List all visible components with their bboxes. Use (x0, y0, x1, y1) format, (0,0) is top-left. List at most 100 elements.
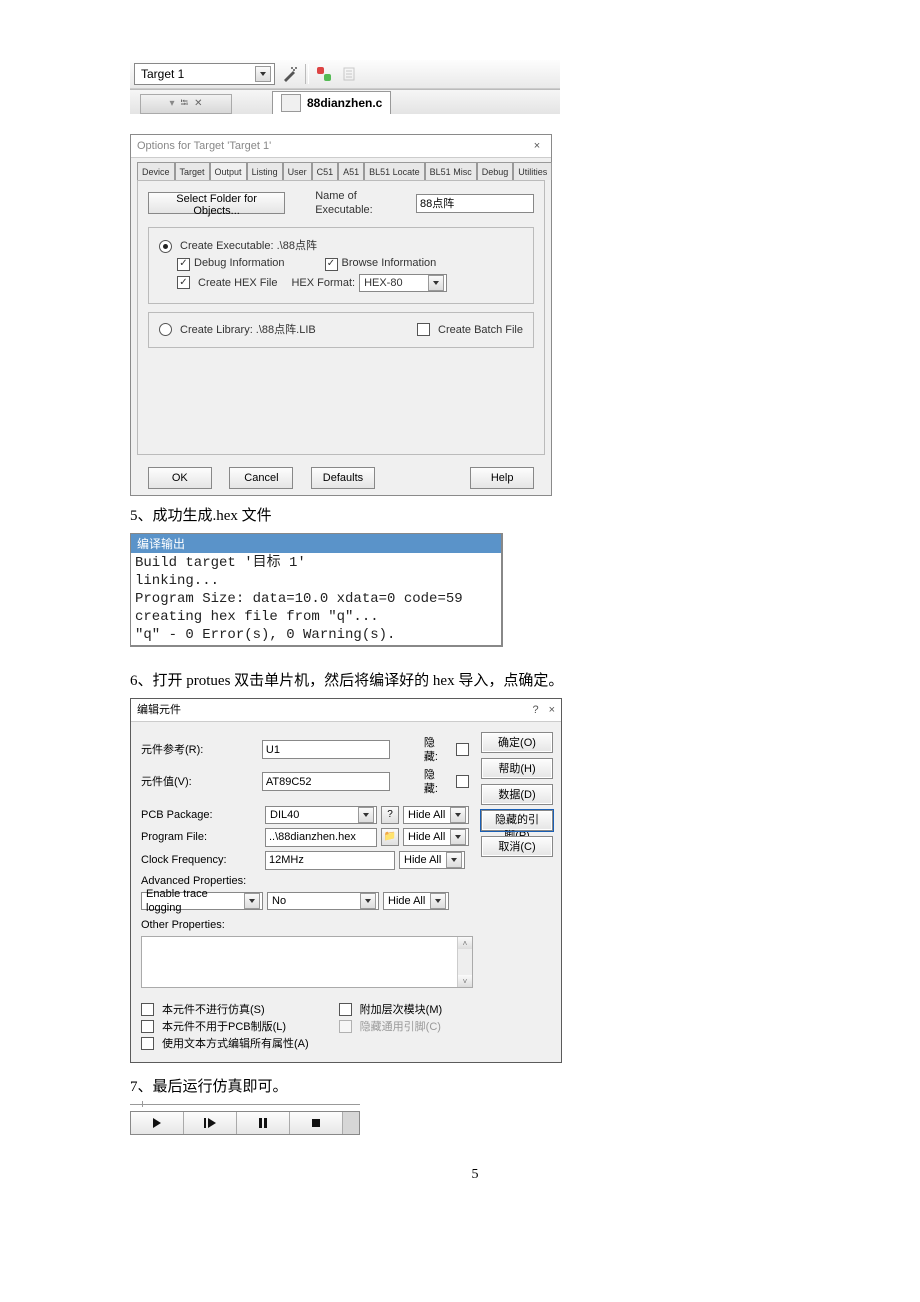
clock-input[interactable] (265, 851, 395, 870)
trace-key-select[interactable]: Enable trace logging (141, 892, 263, 910)
debug-info-label: Debug Information (194, 257, 285, 269)
no-sim-label: 本元件不进行仿真(S) (162, 1003, 265, 1017)
chevron-down-icon (430, 893, 446, 909)
options-tabs[interactable]: DeviceTargetOutputListingUserC51A51BL51 … (131, 158, 551, 180)
simulation-controls (130, 1104, 360, 1135)
cancel-button[interactable]: 取消(C) (481, 836, 553, 857)
create-lib-label: Create Library: .\88点阵.LIB (180, 323, 316, 337)
pcb-hide-select[interactable]: Hide All (403, 806, 469, 824)
close-icon[interactable]: × (529, 139, 545, 153)
help-button[interactable]: Help (470, 467, 534, 489)
chevron-down-icon (450, 807, 466, 823)
scrollbar[interactable]: ˄˅ (457, 937, 472, 987)
hier-label: 附加层次模块(M) (360, 1003, 443, 1017)
tab-listing[interactable]: Listing (247, 162, 283, 180)
panel-handle[interactable]: ▾⭾✕ (140, 94, 232, 114)
hex-format-select[interactable]: HEX-80 (359, 274, 447, 292)
clock-label: Clock Frequency: (141, 853, 261, 867)
file-tab-icon (281, 94, 301, 112)
hide-label: 隐藏: (424, 736, 448, 764)
text-edit-label: 使用文本方式编辑所有属性(A) (162, 1037, 309, 1051)
trace-hide-select[interactable]: Hide All (383, 892, 449, 910)
pcb-question-button[interactable]: ? (381, 806, 399, 824)
chevron-down-icon (255, 66, 271, 82)
prog-label: Program File: (141, 830, 261, 844)
name-exec-label: Name of Executable: (315, 189, 412, 217)
select-folder-button[interactable]: Select Folder for Objects... (148, 192, 285, 214)
val-label: 元件值(V): (141, 775, 258, 789)
data-button[interactable]: 数据(D) (481, 784, 553, 805)
browse-info-check[interactable] (325, 258, 338, 271)
pcb-select[interactable]: DIL40 (265, 806, 377, 824)
tab-user[interactable]: User (283, 162, 312, 180)
stop-button[interactable] (290, 1112, 343, 1134)
build-output-header: 编译输出 (131, 534, 501, 553)
file-tab[interactable]: 88dianzhen.c (272, 91, 391, 114)
text-edit-check[interactable] (141, 1037, 154, 1050)
tab-bl51-misc[interactable]: BL51 Misc (425, 162, 477, 180)
debug-info-check[interactable] (177, 258, 190, 271)
sheet-icon[interactable] (339, 63, 361, 85)
no-pcb-check[interactable] (141, 1020, 154, 1033)
target-combo-value: Target 1 (141, 67, 184, 81)
tab-bl51-locate[interactable]: BL51 Locate (364, 162, 425, 180)
prog-hide-select[interactable]: Hide All (403, 828, 469, 846)
hide-val-check[interactable] (456, 775, 469, 788)
chevron-down-icon (360, 893, 376, 909)
target-combo[interactable]: Target 1 (134, 63, 275, 85)
defaults-button[interactable]: Defaults (311, 467, 375, 489)
tab-a51[interactable]: A51 (338, 162, 364, 180)
prog-input[interactable] (265, 828, 377, 847)
hex-format-value: HEX-80 (364, 276, 403, 290)
close-icon[interactable]: × (549, 704, 555, 716)
hide-pins-check (339, 1020, 352, 1033)
hide-ref-check[interactable] (456, 743, 469, 756)
help-icon[interactable]: ? (532, 704, 538, 716)
create-batch-check[interactable] (417, 323, 430, 336)
chevron-down-icon (446, 852, 462, 868)
val-input[interactable] (262, 772, 390, 791)
no-sim-check[interactable] (141, 1003, 154, 1016)
ok-button[interactable]: OK (148, 467, 212, 489)
cancel-button[interactable]: Cancel (229, 467, 293, 489)
create-exec-label: Create Executable: .\88点阵 (180, 239, 317, 253)
clock-hide-select[interactable]: Hide All (399, 851, 465, 869)
create-exec-radio[interactable] (159, 240, 172, 253)
ref-label: 元件参考(R): (141, 743, 258, 757)
options-dialog: Options for Target 'Target 1' × DeviceTa… (130, 134, 552, 496)
hier-check[interactable] (339, 1003, 352, 1016)
no-pcb-label: 本元件不用于PCB制版(L) (162, 1020, 286, 1034)
browse-info-label: Browse Information (342, 257, 437, 269)
tab-c51[interactable]: C51 (312, 162, 339, 180)
play-button[interactable] (131, 1112, 184, 1134)
name-exec-input[interactable] (416, 194, 534, 213)
ok-button[interactable]: 确定(O) (481, 732, 553, 753)
trace-val-select[interactable]: No (267, 892, 379, 910)
tab-utilities[interactable]: Utilities (513, 162, 552, 180)
hex-format-label: HEX Format: (291, 276, 355, 290)
build-output-panel: 编译输出 Build target '目标 1' linking... Prog… (130, 533, 503, 647)
create-batch-label: Create Batch File (438, 323, 523, 337)
chevron-down-icon (244, 893, 260, 909)
prog-browse-button[interactable]: 📁 (381, 828, 399, 846)
other-label: Other Properties: (141, 918, 261, 932)
tab-target[interactable]: Target (175, 162, 210, 180)
create-lib-radio[interactable] (159, 323, 172, 336)
help-button[interactable]: 帮助(H) (481, 758, 553, 779)
hidden-pins-button[interactable]: 隐藏的引脚(P) (481, 810, 553, 831)
ref-input[interactable] (262, 740, 390, 759)
red-green-icon[interactable] (313, 63, 335, 85)
edit-component-title: 编辑元件 (137, 703, 181, 717)
chevron-down-icon (358, 807, 374, 823)
pause-button[interactable] (237, 1112, 290, 1134)
step-button[interactable] (184, 1112, 237, 1134)
adv-label: Advanced Properties: (141, 874, 261, 888)
tab-output[interactable]: Output (210, 162, 247, 180)
wand-icon[interactable] (279, 63, 301, 85)
create-hex-check[interactable] (177, 276, 190, 289)
other-properties-box[interactable]: ˄˅ (141, 936, 473, 988)
tab-debug[interactable]: Debug (477, 162, 514, 180)
ide-toolbar-fragment: Target 1 ▾⭾✕ 88dianzhen.c (130, 60, 560, 114)
tab-device[interactable]: Device (137, 162, 175, 180)
sim-edge (343, 1112, 359, 1134)
